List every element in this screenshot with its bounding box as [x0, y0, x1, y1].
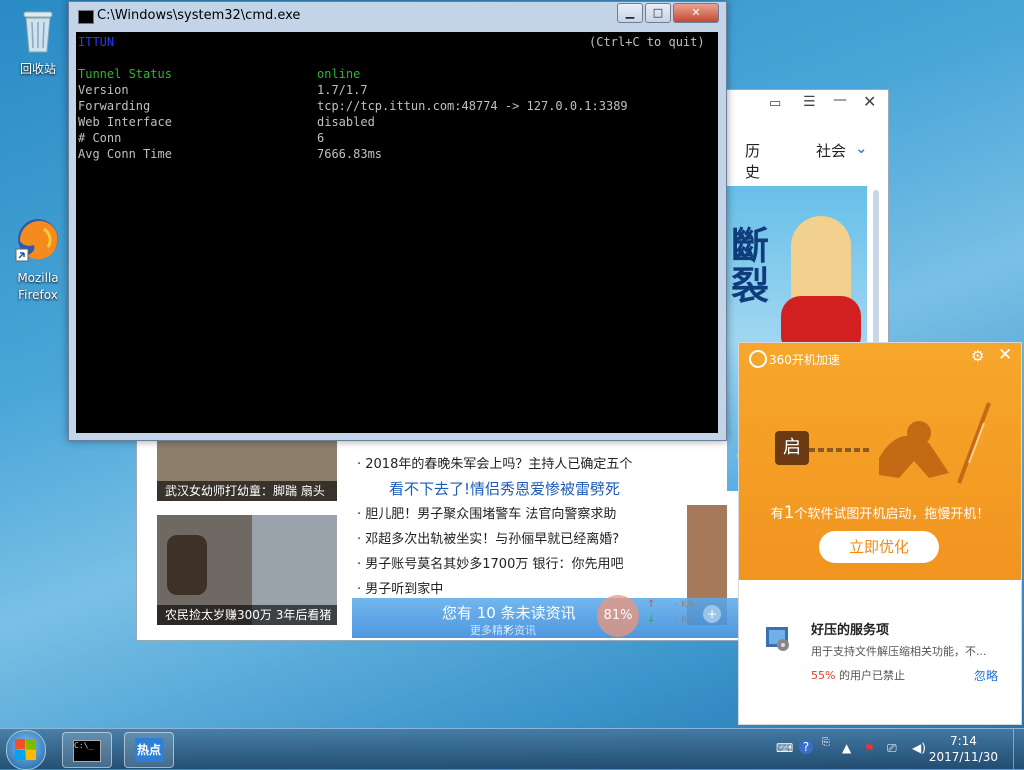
cmd-titlebar[interactable]: C:\Windows\system32\cmd.exe ▁ □ ✕ — [69, 2, 726, 30]
firefox-icon — [15, 219, 58, 262]
service-title: 好压的服务项 — [811, 623, 890, 638]
console-row-value: online — [317, 67, 361, 81]
popup-message: 有1个软件试图开机启动，拖慢开机！ — [739, 503, 1021, 523]
msg-pre: 有 — [770, 507, 784, 522]
speedup-logo-icon — [749, 350, 767, 368]
recycle-bin-icon — [23, 11, 53, 53]
upload-speed: - K/s — [675, 600, 695, 610]
minimize-button[interactable]: ▁ — [617, 3, 643, 23]
download-arrow-icon: ↓ — [647, 614, 656, 625]
cmd-title: C:\Windows\system32\cmd.exe — [97, 8, 301, 23]
console-row-value: disabled — [317, 115, 375, 129]
service-description: 用于支持文件解压缩相关功能，不... — [811, 645, 987, 658]
list-item[interactable]: · 胆儿肥！男子聚众围堵警车 法官向警察求助 — [357, 502, 647, 527]
boost-icon[interactable]: + — [703, 605, 721, 623]
news-list: · 2018年的春晚朱军会上吗？主持人已确定五个 看不下去了!情侣秀恩爱惨被雷劈… — [357, 452, 647, 602]
speed-gauge: 81% — [597, 595, 639, 637]
maximize-button[interactable]: □ — [645, 3, 671, 23]
clock-time: 7:14 — [949, 734, 977, 748]
system-clock[interactable]: 7:14 2017/11/30 — [929, 733, 998, 765]
thumbnail-caption: 农民捡太岁赚300万 3年后看猪 — [157, 605, 337, 625]
service-icon — [763, 623, 793, 653]
minimize-icon[interactable]: — — [833, 92, 847, 108]
show-desktop-button[interactable] — [1013, 729, 1024, 769]
list-item[interactable]: · 2018年的春晚朱军会上吗？主持人已确定五个 — [357, 452, 647, 477]
thumbnail-caption: 武汉女幼师打幼童：脚踹 扇头 — [157, 481, 337, 501]
news-thumbnail-2[interactable]: 农民捡太岁赚300万 3年后看猪 — [157, 515, 337, 625]
firefox-shortcut[interactable]: Mozilla Firefox — [6, 215, 70, 304]
network-speed-widget[interactable]: 81% ↑ - K/s ↓ - K/s + — [597, 595, 721, 637]
ignore-link[interactable]: 忽略 — [974, 667, 998, 684]
boot-speedup-popup[interactable]: 360开机加速 ⚙ ✕ 启 有1个软件试图开机启动，拖慢开机！ 立即优化 好压的… — [738, 342, 1022, 725]
lock-char: 启 — [783, 437, 801, 458]
console-row-key: # Conn — [78, 131, 122, 145]
browser-controls: ▭ ☰ — ✕ — [727, 90, 888, 130]
list-item[interactable]: · 男子账号莫名其妙多1700万 银行：你先用吧 — [357, 552, 647, 577]
console-row-key: Tunnel Status — [78, 67, 172, 81]
msg-post: 个软件试图开机启动，拖慢开机！ — [794, 507, 990, 522]
keyboard-icon[interactable]: ⌨ — [776, 741, 793, 755]
close-icon[interactable]: ✕ — [863, 92, 876, 111]
taskbar: C:\_ 热点 ⌨ ? ⎘ ▲ ⚑ ⎚ ◀) 7:14 2017/11/30 — [0, 728, 1024, 770]
browser-scrollbar[interactable] — [873, 190, 879, 350]
console-row-value: 6 — [317, 131, 325, 145]
cmd-window[interactable]: C:\Windows\system32\cmd.exe ▁ □ ✕ ittun … — [68, 1, 727, 441]
popup-title: 360开机加速 — [769, 353, 840, 367]
console-quit-hint: (Ctrl+C to quit) — [589, 35, 705, 49]
taskbar-cmd[interactable]: C:\_ — [62, 732, 112, 768]
upload-arrow-icon: ↑ — [647, 599, 656, 610]
gear-icon[interactable]: ⚙ — [971, 347, 984, 365]
recycle-bin-label: 回收站 — [19, 62, 56, 76]
show-hidden-icons[interactable]: ▲ — [842, 741, 851, 755]
chained-runner-icon — [809, 402, 991, 484]
chevron-down-icon[interactable]: ⌄ — [855, 139, 868, 157]
console-app-name: ittun — [78, 35, 115, 49]
console-row-value: 1.7/1.7 — [317, 83, 368, 97]
startup-lock-icon: 启 — [775, 431, 809, 465]
taskbar-hot-news[interactable]: 热点 — [124, 732, 174, 768]
console-row-value: 7666.83ms — [317, 147, 383, 161]
monitor-icon[interactable]: ▭ — [769, 96, 781, 111]
start-button[interactable] — [6, 730, 46, 770]
msg-count: 1 — [783, 503, 795, 523]
close-button[interactable]: ✕ — [673, 3, 719, 23]
optimize-now-button[interactable]: 立即优化 — [819, 531, 939, 563]
console-row-key: Version — [78, 83, 129, 97]
action-center-icon[interactable]: ⚑ — [864, 741, 875, 755]
console-row-value: tcp://tcp.ittun.com:48774 -> 127.0.0.1:3… — [317, 99, 628, 113]
hot-news-icon: 热点 — [135, 738, 163, 762]
volume-icon[interactable]: ◀) — [912, 741, 926, 755]
download-speed: - K/s — [675, 615, 695, 625]
speed-percent: 81% — [603, 608, 633, 623]
console-output[interactable]: ittun (Ctrl+C to quit) Tunnel Status onl… — [76, 32, 718, 433]
chevron-down-icon: ⌄ — [502, 618, 514, 634]
nav-society[interactable]: 社会 — [816, 140, 846, 161]
console-row-key: Forwarding — [78, 99, 151, 113]
console-row-key: Web Interface — [78, 115, 172, 129]
network-icon[interactable]: ⎚ — [887, 741, 897, 756]
news-thumbnail-1[interactable]: 武汉女幼师打幼童：脚踹 扇头 — [157, 435, 337, 501]
menu-icon[interactable]: ☰ — [803, 94, 816, 110]
cmd-icon: C:\_ — [73, 740, 101, 762]
help-icon[interactable]: ? — [799, 740, 813, 754]
close-icon[interactable]: ✕ — [998, 345, 1012, 365]
recycle-bin-shortcut[interactable]: 回收站 — [6, 6, 70, 78]
nav-history[interactable]: 历史 — [745, 140, 760, 182]
input-method-icon[interactable]: ⎘ — [822, 737, 830, 748]
popup-header: 360开机加速 ⚙ ✕ 启 有1个软件试图开机启动，拖慢开机！ 立即优化 — [739, 343, 1021, 580]
hot-news-label: 热点 — [136, 743, 161, 757]
cmd-icon — [78, 10, 94, 24]
windows-logo-icon — [15, 739, 36, 760]
headline-link[interactable]: 看不下去了!情侣秀恩爱惨被雷劈死 — [357, 477, 647, 502]
firefox-label: Mozilla Firefox — [17, 271, 59, 302]
list-item[interactable]: · 邓超多次出轨被坐实！与孙俪早就已经离婚? — [357, 527, 647, 552]
stat-percent: 55% — [811, 669, 836, 682]
clock-date: 2017/11/30 — [928, 750, 998, 764]
console-row-key: Avg Conn Time — [78, 147, 172, 161]
stat-text: 的用户已禁止 — [835, 669, 905, 682]
service-stat: 55% 的用户已禁止 — [811, 667, 905, 683]
